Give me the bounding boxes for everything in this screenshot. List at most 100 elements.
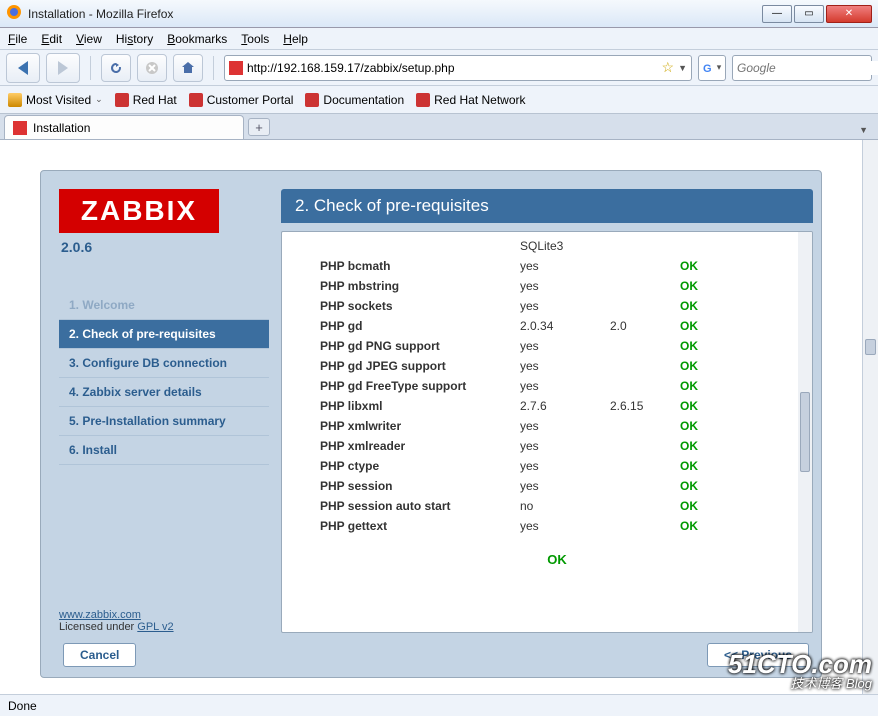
menu-history[interactable]: History [116, 32, 153, 46]
check-required [606, 436, 676, 456]
bookmark-label: Red Hat Network [434, 93, 525, 107]
search-engine-selector[interactable]: G▾ [698, 55, 726, 81]
check-required [606, 416, 676, 436]
url-dropdown-icon[interactable]: ▼ [678, 63, 687, 73]
check-name: PHP sockets [316, 296, 516, 316]
search-input[interactable] [737, 61, 878, 75]
forward-button[interactable] [46, 53, 80, 83]
menu-edit[interactable]: Edit [41, 32, 62, 46]
check-name: PHP mbstring [316, 276, 516, 296]
minimize-button[interactable]: — [762, 5, 792, 23]
page-scroll-thumb[interactable] [865, 339, 876, 355]
check-name: PHP gettext [316, 516, 516, 536]
table-row: PHP gd FreeType supportyesOK [316, 376, 798, 396]
toolbar-separator [90, 56, 91, 80]
table-row: PHP libxml2.7.62.6.15OK [316, 396, 798, 416]
overall-status: OK [316, 536, 798, 575]
table-row: PHP gettextyes OK [316, 516, 798, 536]
menu-view[interactable]: View [76, 32, 102, 46]
check-current: yes [516, 376, 606, 396]
table-row: PHP xmlwriteryesOK [316, 416, 798, 436]
check-status: OK [676, 256, 798, 276]
wizard-step[interactable]: 4. Zabbix server details [59, 378, 269, 407]
home-button[interactable] [173, 54, 203, 82]
table-row: PHP bcmathyesOK [316, 256, 798, 276]
check-name: PHP xmlreader [316, 436, 516, 456]
bookmark-label: Documentation [323, 93, 404, 107]
list-all-tabs-icon[interactable]: ▼ [859, 125, 868, 135]
reload-button[interactable] [101, 54, 131, 82]
check-name: PHP gd PNG support [316, 336, 516, 356]
check-status: OK [676, 276, 798, 296]
chevron-down-icon: ⌄ [95, 94, 103, 105]
check-required [606, 476, 676, 496]
check-status: OK [676, 516, 798, 536]
table-row: PHP session auto startnoOK [316, 496, 798, 516]
wizard-step[interactable]: 1. Welcome [59, 291, 269, 320]
license-link[interactable]: GPL v2 [137, 621, 173, 633]
check-required [606, 296, 676, 316]
page-scrollbar[interactable] [862, 140, 878, 694]
check-status: OK [676, 356, 798, 376]
check-status: OK [676, 476, 798, 496]
table-row: PHP gd JPEG supportyesOK [316, 356, 798, 376]
check-status: OK [676, 336, 798, 356]
tab-title: Installation [33, 121, 90, 135]
nav-toolbar: ☆ ▼ G▾ [0, 50, 878, 86]
bookmark-item[interactable]: Customer Portal [189, 93, 294, 107]
wizard-step[interactable]: 5. Pre-Installation summary [59, 407, 269, 436]
check-required [606, 376, 676, 396]
menu-tools[interactable]: Tools [241, 32, 269, 46]
check-required [606, 256, 676, 276]
check-status: OK [676, 456, 798, 476]
new-tab-button[interactable]: + [248, 118, 270, 136]
bookmark-item[interactable]: Documentation [305, 93, 404, 107]
bookmark-item[interactable]: Red Hat [115, 93, 177, 107]
panel-scroll-thumb[interactable] [800, 392, 810, 472]
menu-help[interactable]: Help [283, 32, 308, 46]
window-title: Installation - Mozilla Firefox [28, 7, 173, 21]
check-current: no [516, 496, 606, 516]
close-button[interactable]: ✕ [826, 5, 872, 23]
check-current: yes [516, 256, 606, 276]
url-input[interactable] [247, 61, 658, 75]
redhat-icon [115, 93, 129, 107]
wizard-step[interactable]: 6. Install [59, 436, 269, 465]
url-bar[interactable]: ☆ ▼ [224, 55, 692, 81]
check-current: 2.7.6 [516, 396, 606, 416]
table-row: PHP socketsyesOK [316, 296, 798, 316]
check-name: PHP session [316, 476, 516, 496]
menubar: File Edit View History Bookmarks Tools H… [0, 28, 878, 50]
previous-button[interactable]: << Previous [707, 643, 809, 667]
bookmark-item[interactable]: Red Hat Network [416, 93, 525, 107]
check-required: 2.6.15 [606, 396, 676, 416]
svg-text:G: G [703, 63, 712, 75]
prerequisites-panel: SQLite3 PHP bcmathyesOKPHP mbstringyesOK… [281, 231, 813, 633]
stop-button[interactable] [137, 54, 167, 82]
check-current: yes [516, 516, 606, 536]
zabbix-version: 2.0.6 [61, 239, 269, 255]
check-status: OK [676, 436, 798, 456]
tab-installation[interactable]: Installation [4, 115, 244, 139]
check-required [606, 456, 676, 476]
wizard-steps: 1. Welcome2. Check of pre-requisites3. C… [59, 291, 269, 465]
menu-bookmarks[interactable]: Bookmarks [167, 32, 227, 46]
panel-scrollbar[interactable] [798, 232, 812, 632]
check-current: yes [516, 416, 606, 436]
most-visited-button[interactable]: Most Visited ⌄ [8, 93, 103, 107]
wizard-step[interactable]: 2. Check of pre-requisites [59, 320, 269, 349]
bookmark-star-icon[interactable]: ☆ [662, 59, 675, 76]
check-current: yes [516, 276, 606, 296]
bookmarks-toolbar: Most Visited ⌄ Red Hat Customer Portal Doc… [0, 86, 878, 114]
maximize-button[interactable]: ▭ [794, 5, 824, 23]
cancel-button[interactable]: Cancel [63, 643, 136, 667]
step-heading: 2. Check of pre-requisites [281, 189, 813, 223]
redhat-icon [416, 93, 430, 107]
search-box[interactable] [732, 55, 872, 81]
zabbix-site-link[interactable]: www.zabbix.com [59, 609, 141, 621]
wizard-step[interactable]: 3. Configure DB connection [59, 349, 269, 378]
toolbar-separator [213, 56, 214, 80]
menu-file[interactable]: File [8, 32, 27, 46]
check-name: PHP session auto start [316, 496, 516, 516]
back-button[interactable] [6, 53, 40, 83]
